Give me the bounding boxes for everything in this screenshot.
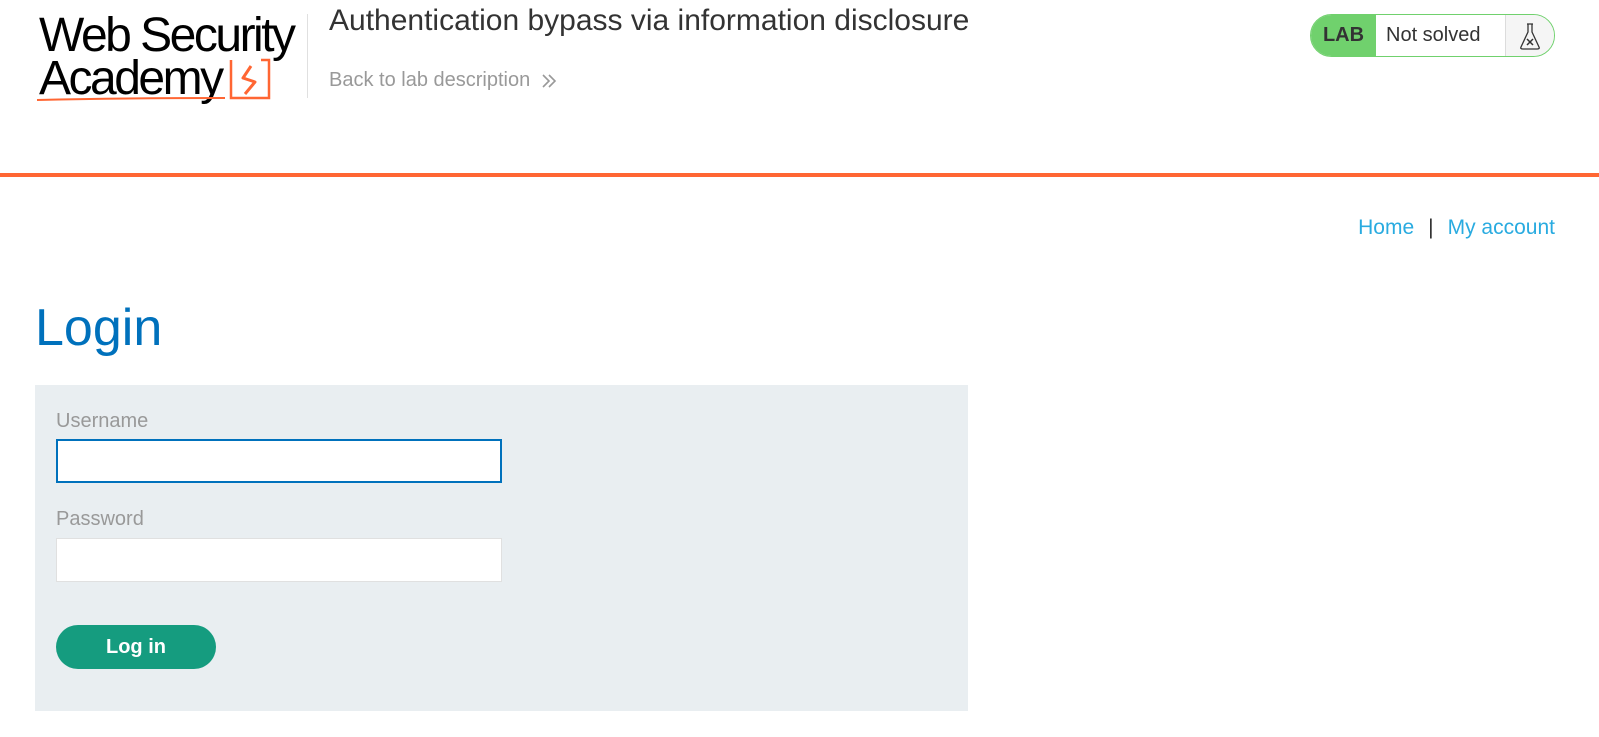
username-input[interactable] <box>56 439 502 483</box>
username-label: Username <box>56 410 149 432</box>
logo-lightning-icon <box>36 58 271 101</box>
log-in-button[interactable]: Log in <box>56 625 216 669</box>
lab-status-text: Not solved <box>1376 15 1506 56</box>
page-title: Login <box>35 299 163 357</box>
home-link[interactable]: Home <box>1358 216 1414 240</box>
logo-divider <box>307 14 308 98</box>
web-security-academy-logo[interactable]: Web Security Academy <box>35 10 305 110</box>
double-chevron-right-icon <box>542 73 557 88</box>
lab-badge: LAB <box>1311 15 1376 56</box>
lab-title: Authentication bypass via information di… <box>329 4 970 37</box>
back-to-lab-description-link[interactable]: Back to lab description <box>329 69 558 92</box>
password-label: Password <box>56 508 144 530</box>
flask-icon <box>1506 15 1554 56</box>
login-form: Username Password Log in <box>35 385 968 711</box>
my-account-link[interactable]: My account <box>1448 216 1555 240</box>
lab-status-widget: LAB Not solved <box>1310 14 1555 57</box>
top-nav: Home | My account <box>1358 216 1555 240</box>
back-link-label: Back to lab description <box>329 69 531 91</box>
lab-header: Web Security Academy Authentication bypa… <box>0 0 1599 177</box>
nav-separator: | <box>1428 216 1434 239</box>
password-input[interactable] <box>56 538 502 582</box>
